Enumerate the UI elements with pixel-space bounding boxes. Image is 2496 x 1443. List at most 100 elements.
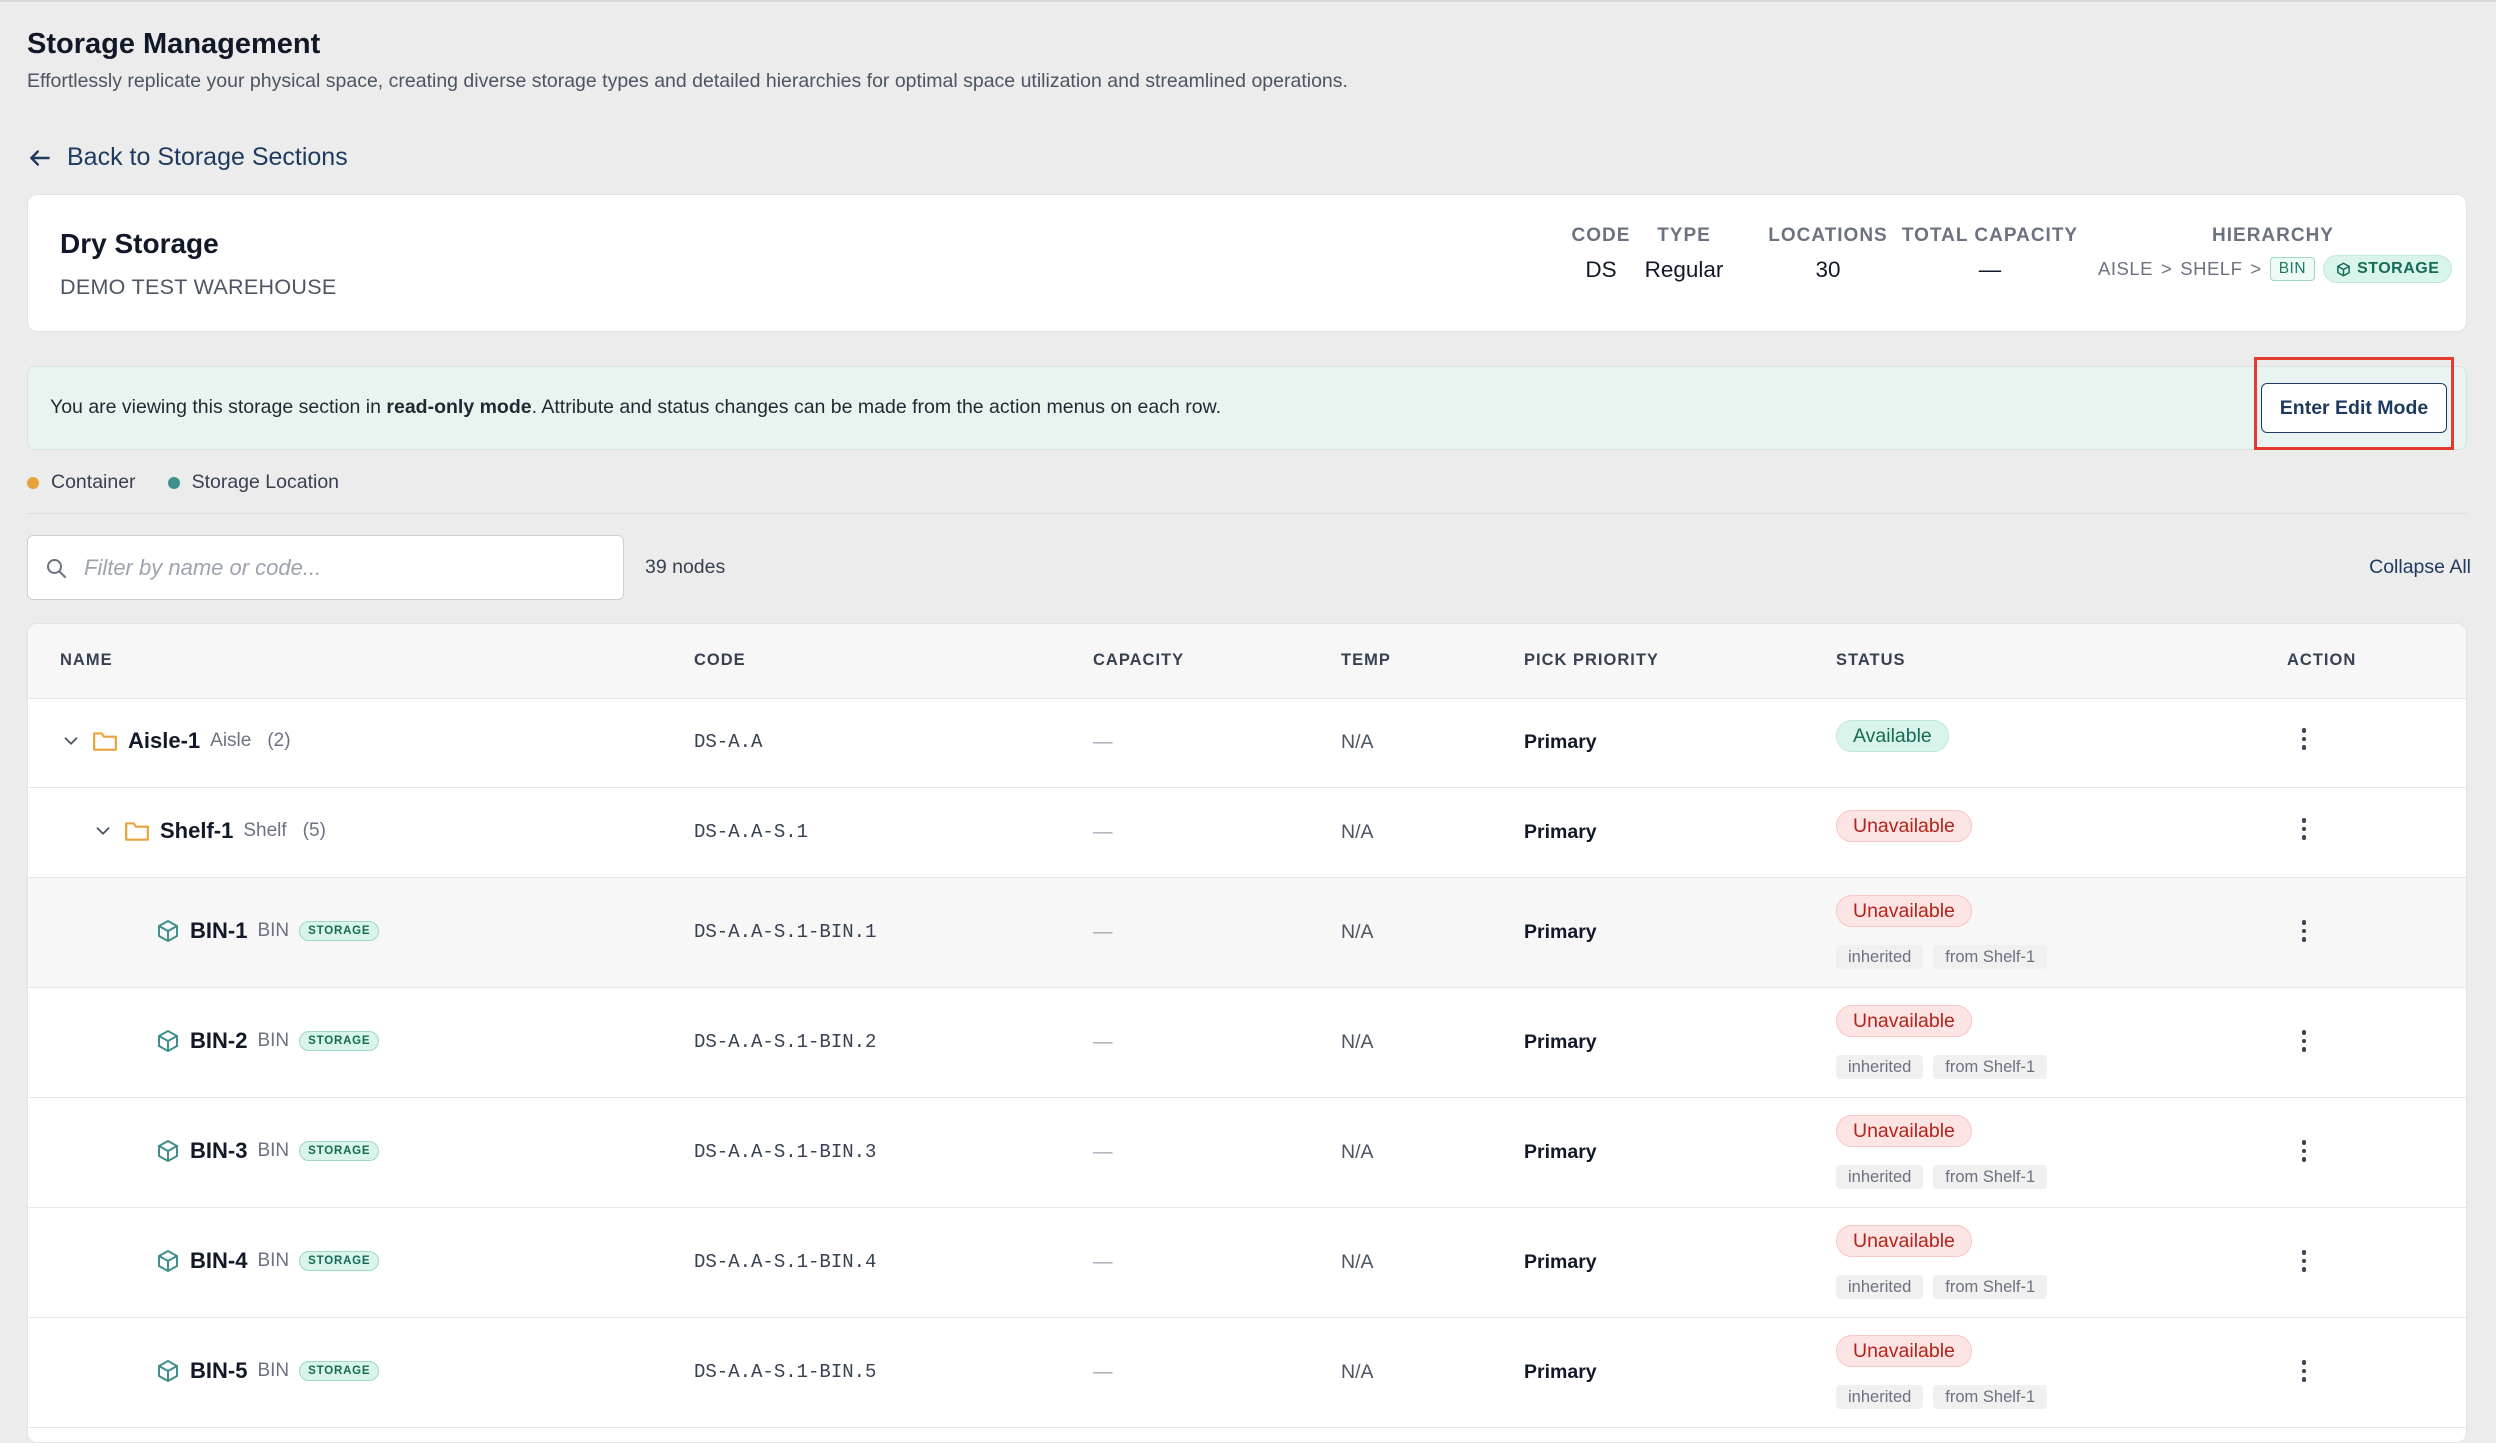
row-code: DS-A.A-S.1-BIN.3 bbox=[694, 1141, 877, 1163]
row-code: DS-A.A bbox=[694, 731, 763, 753]
hierarchy-storage-label: STORAGE bbox=[2357, 260, 2440, 277]
stat-hierarchy: HIERARCHY AISLE > SHELF > BIN STORAGE bbox=[2098, 225, 2453, 283]
table-row[interactable]: BIN-1 BIN STORAGE DS-A.A-S.1-BIN.1 — N/A… bbox=[28, 878, 2466, 988]
row-temp: N/A bbox=[1341, 1361, 1374, 1383]
stat-capacity-value: — bbox=[1978, 257, 2002, 282]
page: Storage Management Effortlessly replicat… bbox=[0, 0, 2496, 1443]
storage-tree-table: NAME CODE CAPACITY TEMP PICK PRIORITY ST… bbox=[27, 623, 2467, 1443]
hierarchy-shelf: SHELF bbox=[2180, 258, 2243, 279]
row-status: Available bbox=[1836, 720, 1949, 752]
row-type: BIN bbox=[257, 920, 290, 941]
row-status: Unavailable bbox=[1836, 1225, 1972, 1257]
row-status-tags: inherited from Shelf-1 bbox=[1836, 1165, 2057, 1189]
row-child-count: (2) bbox=[267, 730, 291, 751]
row-status-tags: inherited from Shelf-1 bbox=[1836, 1055, 2057, 1079]
row-capacity: — bbox=[1093, 921, 1113, 943]
col-name[interactable]: NAME bbox=[60, 651, 113, 670]
row-action-menu-icon[interactable] bbox=[2292, 1356, 2316, 1386]
status-badge: Unavailable bbox=[1836, 1335, 1972, 1367]
legend-container-label: Container bbox=[51, 471, 136, 493]
row-type: Aisle bbox=[210, 730, 252, 751]
inherited-from-tag: from Shelf-1 bbox=[1933, 1275, 2048, 1299]
inherited-from-tag: from Shelf-1 bbox=[1933, 1385, 2048, 1409]
status-badge: Unavailable bbox=[1836, 1115, 1972, 1147]
row-name: BIN-3 bbox=[190, 1138, 248, 1163]
hierarchy-aisle: AISLE bbox=[2098, 258, 2153, 279]
row-action-menu-icon[interactable] bbox=[2292, 724, 2316, 754]
stat-hierarchy-label: HIERARCHY bbox=[2212, 225, 2334, 246]
row-action-menu-icon[interactable] bbox=[2292, 1246, 2316, 1276]
row-name-cell: BIN-1 BIN STORAGE bbox=[156, 918, 380, 944]
collapse-all-button[interactable]: Collapse All bbox=[2369, 556, 2471, 579]
storage-badge: STORAGE bbox=[299, 1361, 380, 1381]
inherited-tag: inherited bbox=[1836, 1055, 1924, 1079]
inherited-tag: inherited bbox=[1836, 945, 1924, 969]
row-name: BIN-2 bbox=[190, 1028, 248, 1053]
col-capacity[interactable]: CAPACITY bbox=[1093, 651, 1184, 670]
inherited-from-tag: from Shelf-1 bbox=[1933, 1055, 2048, 1079]
row-temp: N/A bbox=[1341, 921, 1374, 943]
row-action-menu-icon[interactable] bbox=[2292, 916, 2316, 946]
notice-prefix: You are viewing this storage section in bbox=[50, 396, 387, 418]
section-name: Dry Storage bbox=[60, 228, 219, 259]
row-pick-priority: Primary bbox=[1524, 731, 1597, 753]
table-row[interactable]: BIN-5 BIN STORAGE DS-A.A-S.1-BIN.5 — N/A… bbox=[28, 1318, 2466, 1428]
row-status: Unavailable bbox=[1836, 810, 1972, 842]
col-temp[interactable]: TEMP bbox=[1341, 651, 1391, 670]
arrow-left-icon bbox=[30, 149, 50, 166]
row-name-cell: BIN-4 BIN STORAGE bbox=[156, 1248, 380, 1274]
row-status: Unavailable bbox=[1836, 1115, 1972, 1147]
status-badge: Unavailable bbox=[1836, 1225, 1972, 1257]
table-header: NAME CODE CAPACITY TEMP PICK PRIORITY ST… bbox=[28, 624, 2466, 699]
legend-container: Container bbox=[27, 471, 136, 494]
row-pick-priority: Primary bbox=[1524, 1251, 1597, 1273]
status-badge: Unavailable bbox=[1836, 895, 1972, 927]
row-name: Shelf-1 bbox=[160, 818, 234, 843]
stat-type: TYPE Regular bbox=[1624, 225, 1744, 283]
row-code: DS-A.A-S.1-BIN.2 bbox=[694, 1031, 877, 1053]
row-capacity: — bbox=[1093, 1141, 1113, 1163]
hierarchy-separator: > bbox=[2160, 258, 2173, 279]
warehouse-name: DEMO TEST WAREHOUSE bbox=[60, 275, 337, 299]
row-temp: N/A bbox=[1341, 731, 1374, 753]
cube-icon bbox=[158, 1360, 178, 1382]
inherited-from-tag: from Shelf-1 bbox=[1933, 1165, 2048, 1189]
row-name: BIN-1 bbox=[190, 918, 248, 943]
stat-capacity-label: TOTAL CAPACITY bbox=[1901, 225, 2079, 246]
enter-edit-mode-button[interactable]: Enter Edit Mode bbox=[2261, 383, 2447, 433]
row-action-menu-icon[interactable] bbox=[2292, 1136, 2316, 1166]
filter-search-box[interactable] bbox=[27, 535, 624, 600]
filter-search-input[interactable] bbox=[82, 553, 606, 582]
legend-storage: Storage Location bbox=[167, 471, 339, 494]
stat-capacity: TOTAL CAPACITY — bbox=[1890, 225, 2090, 283]
row-pick-priority: Primary bbox=[1524, 821, 1597, 843]
chevron-down-icon[interactable] bbox=[92, 820, 114, 842]
row-capacity: — bbox=[1093, 1251, 1113, 1273]
table-row[interactable]: BIN-3 BIN STORAGE DS-A.A-S.1-BIN.3 — N/A… bbox=[28, 1098, 2466, 1208]
row-status: Unavailable bbox=[1836, 1335, 1972, 1367]
table-row[interactable]: Shelf-1 Shelf (5) DS-A.A-S.1 — N/A Prima… bbox=[28, 788, 2466, 878]
col-code[interactable]: CODE bbox=[694, 651, 746, 670]
inherited-tag: inherited bbox=[1836, 1385, 1924, 1409]
inherited-from-tag: from Shelf-1 bbox=[1933, 945, 2048, 969]
row-action-menu-icon[interactable] bbox=[2292, 814, 2316, 844]
table-row[interactable]: BIN-2 BIN STORAGE DS-A.A-S.1-BIN.2 — N/A… bbox=[28, 988, 2466, 1098]
cube-icon bbox=[2337, 262, 2350, 276]
row-pick-priority: Primary bbox=[1524, 1361, 1597, 1383]
row-action-menu-icon[interactable] bbox=[2292, 1026, 2316, 1056]
row-name-cell: BIN-5 BIN STORAGE bbox=[156, 1358, 380, 1384]
back-to-sections-link[interactable]: Back to Storage Sections bbox=[27, 143, 348, 172]
storage-dot-icon bbox=[167, 476, 180, 489]
inherited-tag: inherited bbox=[1836, 1165, 1924, 1189]
table-row[interactable]: BIN-4 BIN STORAGE DS-A.A-S.1-BIN.4 — N/A… bbox=[28, 1208, 2466, 1318]
row-temp: N/A bbox=[1341, 1031, 1374, 1053]
col-status[interactable]: STATUS bbox=[1836, 651, 1906, 670]
cube-icon bbox=[158, 1140, 178, 1162]
table-row[interactable]: Aisle-1 Aisle (2) DS-A.A — N/A Primary A… bbox=[28, 698, 2466, 788]
storage-badge: STORAGE bbox=[299, 921, 380, 941]
chevron-down-icon[interactable] bbox=[60, 730, 82, 752]
col-pick-priority[interactable]: PICK PRIORITY bbox=[1524, 651, 1659, 670]
row-type: Shelf bbox=[243, 820, 287, 841]
page-title: Storage Management bbox=[27, 28, 321, 60]
stat-locations: LOCATIONS 30 bbox=[1743, 225, 1913, 283]
